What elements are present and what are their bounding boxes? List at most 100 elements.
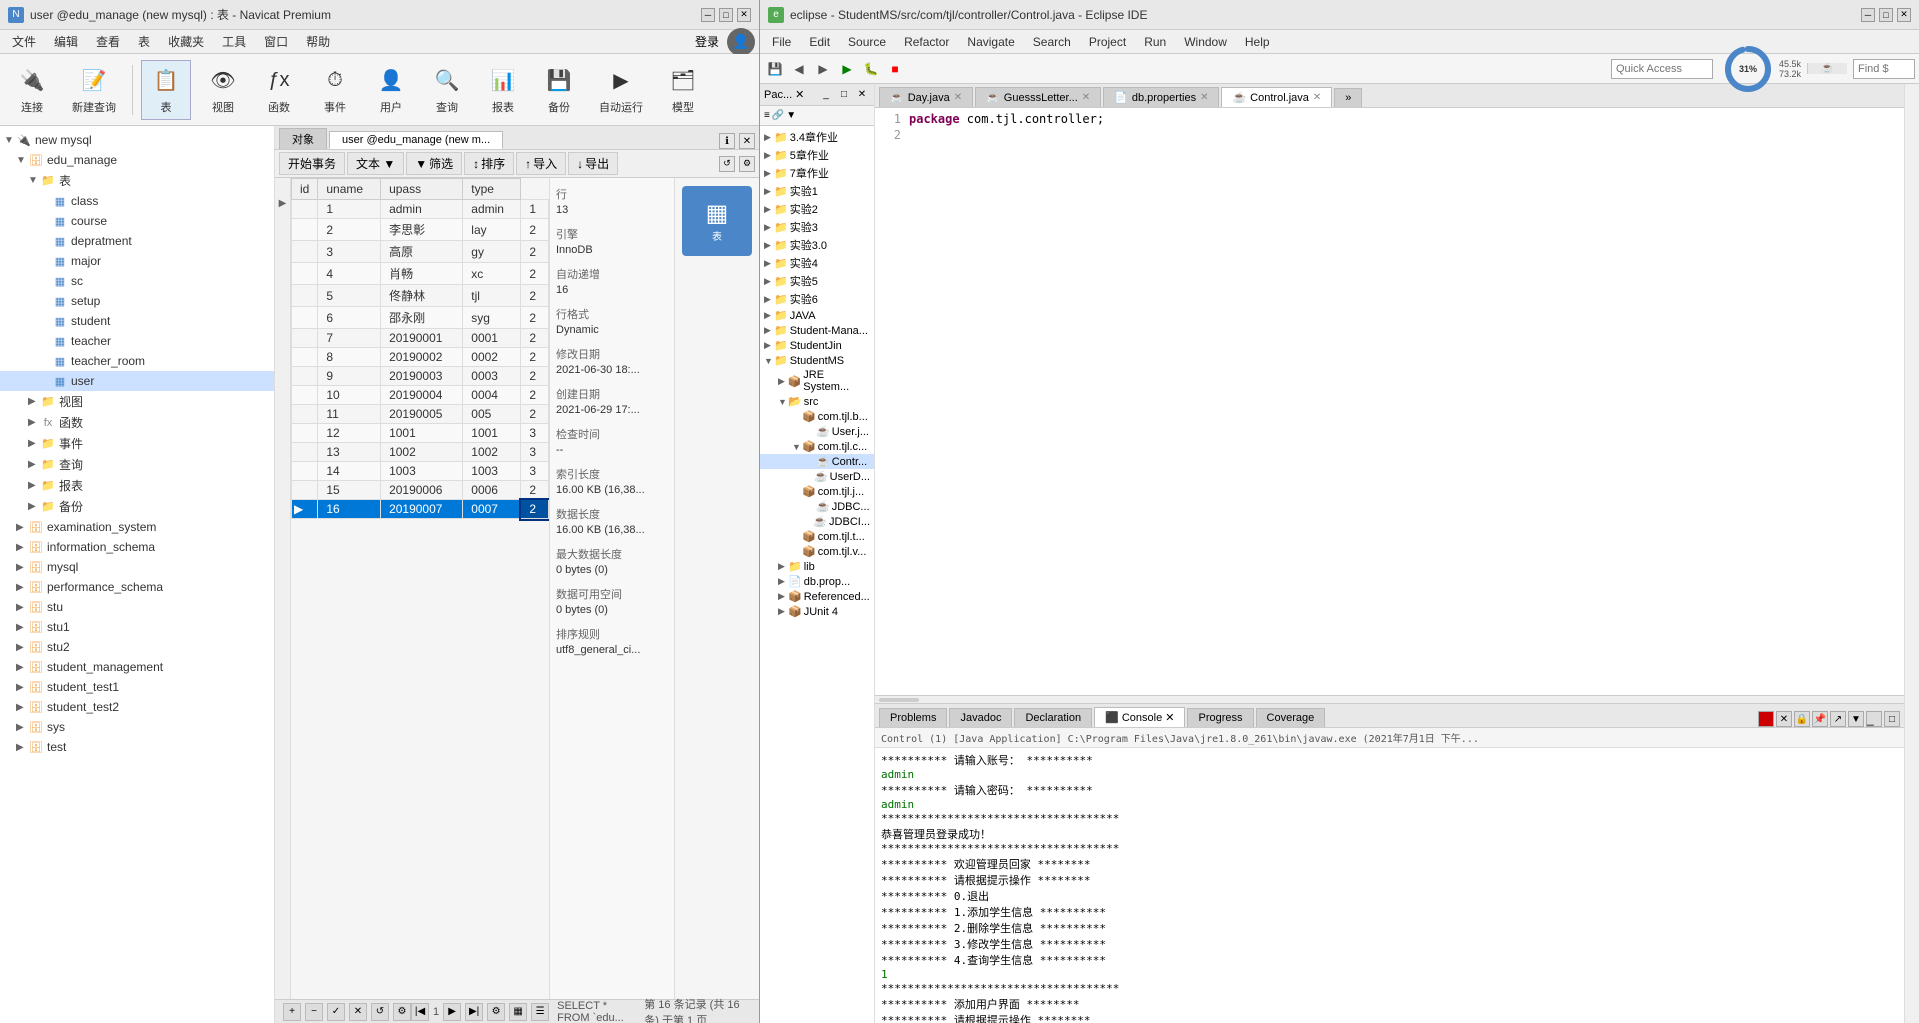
tree-item-setup[interactable]: ▦setup [0, 291, 274, 311]
table-cell[interactable]: 1001 [381, 424, 463, 443]
editor-tab-guess[interactable]: ☕ GuesssLetter... ✕ [975, 87, 1101, 107]
tree-item-tables-folder[interactable]: ▼ 📁 表 [0, 170, 274, 191]
first-page-button[interactable]: |◀ [411, 1003, 429, 1021]
table-row[interactable]: 102019000400042 [292, 386, 549, 405]
table-cell[interactable]: 16 [318, 500, 381, 519]
tab-close[interactable]: ✕ [954, 92, 962, 103]
table-cell[interactable]: 2 [521, 329, 549, 348]
backup-button[interactable]: 💾 备份 [535, 61, 583, 119]
table-cell[interactable]: 8 [318, 348, 381, 367]
quick-access-bar[interactable] [1611, 59, 1713, 79]
tree-item-sys[interactable]: ▶🗄sys [0, 717, 274, 737]
menu-edit[interactable]: 编辑 [46, 31, 86, 52]
table-button[interactable]: 📋 表 [141, 60, 191, 120]
eclipse-run-btn[interactable]: ▶ [836, 58, 858, 80]
close-view-btn[interactable]: ✕ [854, 87, 870, 103]
link-btn[interactable]: 🔗 [772, 110, 784, 121]
refresh-button[interactable]: ↺ [719, 156, 735, 172]
grid-view-button[interactable]: ▦ [509, 1003, 527, 1021]
explorer-item[interactable]: ▶📁Student-Mana... [760, 323, 874, 338]
clear-console-btn[interactable]: ✕ [1776, 711, 1792, 727]
table-cell[interactable]: 2 [318, 219, 381, 241]
table-cell[interactable]: 邵永刚 [381, 307, 463, 329]
stop-console-btn[interactable] [1758, 711, 1774, 727]
table-cell[interactable]: 2 [521, 367, 549, 386]
table-cell[interactable]: 3 [318, 241, 381, 263]
maximize-button[interactable]: □ [719, 8, 733, 22]
explorer-item[interactable]: ▶📁3.4章作业 [760, 128, 874, 146]
bottom-tab-javadoc[interactable]: Javadoc [949, 708, 1012, 727]
explorer-item[interactable]: ▼📁StudentMS [760, 353, 874, 368]
eclipse-stop-btn[interactable]: ■ [884, 58, 906, 80]
explorer-item[interactable]: ▶📁实验4 [760, 254, 874, 272]
table-cell[interactable]: 肖畅 [381, 263, 463, 285]
explorer-item[interactable]: 📦com.tjl.v... [760, 544, 874, 559]
table-cell[interactable]: tjl [463, 285, 521, 307]
table-cell[interactable]: 2 [521, 386, 549, 405]
table-cell[interactable]: 6 [318, 307, 381, 329]
tree-item-new-mysql[interactable]: ▼ 🔌 new mysql [0, 130, 274, 150]
table-cell[interactable]: 2 [521, 219, 549, 241]
autorun-button[interactable]: ▶ 自动运行 [591, 61, 651, 119]
tree-item-views[interactable]: ▶ 📁 视图 [0, 391, 274, 412]
explorer-item[interactable]: ▼📂src [760, 394, 874, 409]
tree-item-major[interactable]: ▦major [0, 251, 274, 271]
find-input[interactable] [1854, 63, 1914, 75]
eclipse-menu-edit[interactable]: Edit [801, 33, 838, 51]
eclipse-save-btn[interactable]: 💾 [764, 58, 786, 80]
table-cell[interactable]: 7 [318, 329, 381, 348]
eclipse-close[interactable]: ✕ [1897, 8, 1911, 22]
table-cell[interactable]: 20190006 [381, 481, 463, 500]
table-cell[interactable]: 11 [318, 405, 381, 424]
tree-item-student[interactable]: ▦student [0, 311, 274, 331]
view-menu-btn[interactable]: ▼ [786, 110, 796, 121]
table-cell[interactable]: 0004 [463, 386, 521, 405]
explorer-item[interactable]: ☕User.j... [760, 424, 874, 439]
eclipse-forward-btn[interactable]: ▶ [812, 58, 834, 80]
collapse-all-btn[interactable]: ≡ [764, 110, 770, 121]
maximize-console-btn[interactable]: □ [1884, 711, 1900, 727]
table-cell[interactable]: syg [463, 307, 521, 329]
delete-row-button[interactable]: − [305, 1003, 323, 1021]
add-row-button[interactable]: + [283, 1003, 301, 1021]
bottom-tab-progress[interactable]: Progress [1187, 708, 1253, 727]
eclipse-minimize[interactable]: ─ [1861, 8, 1875, 22]
table-cell[interactable]: 1 [521, 200, 549, 219]
eclipse-menu-refactor[interactable]: Refactor [896, 33, 957, 51]
eclipse-menu-navigate[interactable]: Navigate [959, 33, 1022, 51]
eclipse-menu-search[interactable]: Search [1025, 33, 1079, 51]
tree-item-backup[interactable]: ▶ 📁 备份 [0, 496, 274, 517]
eclipse-back-btn[interactable]: ◀ [788, 58, 810, 80]
table-row[interactable]: 72019000100012 [292, 329, 549, 348]
table-cell[interactable]: 2 [521, 307, 549, 329]
table-cell[interactable]: 20190002 [381, 348, 463, 367]
table-cell[interactable]: 20190005 [381, 405, 463, 424]
settings2-button[interactable]: ⚙ [393, 1003, 411, 1021]
eclipse-menu-run[interactable]: Run [1136, 33, 1174, 51]
object-tab[interactable]: 对象 [279, 128, 327, 149]
collapse-btn[interactable]: _ [818, 87, 834, 103]
table-cell[interactable]: 20190003 [381, 367, 463, 386]
table-cell[interactable]: 1 [318, 200, 381, 219]
tree-item-teacher[interactable]: ▦teacher [0, 331, 274, 351]
table-row[interactable]: 11201900050052 [292, 405, 549, 424]
table-cell[interactable]: 2 [521, 263, 549, 285]
table-cell[interactable]: 1002 [381, 443, 463, 462]
table-cell[interactable]: 0002 [463, 348, 521, 367]
table-cell[interactable]: 2 [521, 285, 549, 307]
table-cell[interactable]: 0001 [463, 329, 521, 348]
table-cell[interactable]: 10 [318, 386, 381, 405]
tree-item-reports[interactable]: ▶ 📁 报表 [0, 475, 274, 496]
info-toggle[interactable]: ℹ [719, 133, 735, 149]
menu-tools[interactable]: 工具 [214, 31, 254, 52]
close-tab[interactable]: ✕ [739, 133, 755, 149]
eclipse-vscrollbar[interactable] [1904, 84, 1919, 1023]
table-cell[interactable]: admin [381, 200, 463, 219]
sort-button[interactable]: ↕ 排序 [464, 152, 514, 175]
pin-console-btn[interactable]: 📌 [1812, 711, 1828, 727]
table-cell[interactable]: 4 [318, 263, 381, 285]
editor-tab-more[interactable]: » [1334, 88, 1362, 107]
explorer-item[interactable]: ☕UserD... [760, 469, 874, 484]
tree-item-test[interactable]: ▶🗄test [0, 737, 274, 757]
table-cell[interactable]: 13 [318, 443, 381, 462]
